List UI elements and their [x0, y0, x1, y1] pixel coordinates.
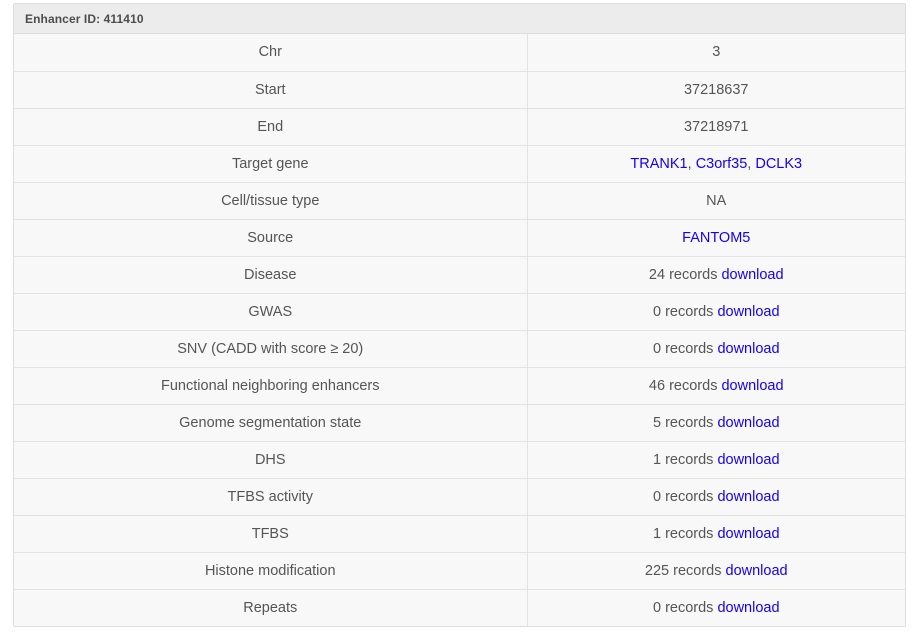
row-label-snv-cadd-with-score-20: SNV (CADD with score ≥ 20) — [14, 330, 528, 368]
table-row: Target gene TRANK1, C3orf35, DCLK3 — [14, 145, 905, 183]
row-value-target-gene: TRANK1, C3orf35, DCLK3 — [527, 145, 905, 183]
row-value-genome-segmentation-state: 5 records download — [527, 404, 905, 442]
table-body: Chr 3 Start 37218637 End 37218971 Target gene T… — [14, 34, 905, 626]
table-row: Genome segmentation state 5 records downl… — [14, 404, 905, 442]
record-count: 5 — [652, 414, 662, 431]
row-label-disease: Disease — [14, 256, 528, 294]
record-count: 24 — [648, 266, 666, 283]
table-row: TFBS 1 records download — [14, 515, 905, 553]
row-label-functional-neighboring-enhancers: Functional neighboring enhancers — [14, 367, 528, 405]
record-count: 0 — [652, 340, 662, 357]
record-count: 0 — [652, 599, 662, 616]
record-count: 0 — [652, 303, 662, 320]
row-label-target-gene: Target gene — [14, 145, 528, 183]
row-value-snv-cadd-with-score-20: 0 records download — [527, 330, 905, 368]
table-row: Start 37218637 — [14, 71, 905, 109]
row-label-chr: Chr — [14, 34, 528, 72]
download-link-dhs[interactable]: download — [717, 452, 779, 468]
row-value-start: 37218637 — [527, 71, 905, 109]
row-value-chr: 3 — [527, 34, 905, 72]
table-row: GWAS 0 records download — [14, 293, 905, 331]
record-count-word: records — [669, 266, 718, 283]
row-value-disease: 24 records download — [527, 256, 905, 294]
row-label-tfbs: TFBS — [14, 515, 528, 553]
table-row: DHS 1 records download — [14, 441, 905, 479]
row-value-repeats: 0 records download — [527, 589, 905, 626]
link-c3orf35[interactable]: C3orf35 — [696, 156, 748, 172]
row-value-functional-neighboring-enhancers: 46 records download — [527, 367, 905, 405]
table-row: Functional neighboring enhancers 46 recor… — [14, 367, 905, 405]
record-count-word: records — [665, 451, 714, 468]
row-label-cell-tissue-type: Cell/tissue type — [14, 182, 528, 220]
download-link-disease[interactable]: download — [721, 267, 783, 283]
download-link-genome-segmentation-state[interactable]: download — [717, 415, 779, 431]
record-count-word: records — [665, 488, 714, 505]
record-count-word: records — [669, 377, 718, 394]
record-count-word: records — [665, 303, 714, 320]
record-count: 0 — [652, 488, 662, 505]
table-row: Repeats 0 records download — [14, 589, 905, 626]
row-label-gwas: GWAS — [14, 293, 528, 331]
table-row: TFBS activity 0 records download — [14, 478, 905, 516]
row-value-source: FANTOM5 — [527, 219, 905, 257]
download-link-snv-cadd-with-score-20[interactable]: download — [717, 341, 779, 357]
record-count: 1 — [652, 525, 662, 542]
download-link-tfbs[interactable]: download — [717, 526, 779, 542]
table-row: Chr 3 — [14, 34, 905, 72]
row-value-tfbs-activity: 0 records download — [527, 478, 905, 516]
row-value-tfbs: 1 records download — [527, 515, 905, 553]
record-count-word: records — [665, 340, 714, 357]
record-count: 225 — [644, 562, 670, 579]
table-row: SNV (CADD with score ≥ 20) 0 records down… — [14, 330, 905, 368]
download-link-histone-modification[interactable]: download — [726, 563, 788, 579]
row-label-histone-modification: Histone modification — [14, 552, 528, 590]
row-label-end: End — [14, 108, 528, 146]
record-count: 1 — [652, 451, 662, 468]
row-value-end: 37218971 — [527, 108, 905, 146]
table-row: Cell/tissue type NA — [14, 182, 905, 220]
link-dclk3[interactable]: DCLK3 — [755, 156, 802, 172]
record-count-word: records — [673, 562, 722, 579]
table-row: Histone modification 225 records download — [14, 552, 905, 590]
row-value-gwas: 0 records download — [527, 293, 905, 331]
row-value-dhs: 1 records download — [527, 441, 905, 479]
link-fantom5[interactable]: FANTOM5 — [682, 230, 750, 246]
row-label-genome-segmentation-state: Genome segmentation state — [14, 404, 528, 442]
row-label-dhs: DHS — [14, 441, 528, 479]
row-value-histone-modification: 225 records download — [527, 552, 905, 590]
row-label-source: Source — [14, 219, 528, 257]
row-label-tfbs-activity: TFBS activity — [14, 478, 528, 516]
table-row: Source FANTOM5 — [14, 219, 905, 257]
link-separator: , — [687, 155, 696, 172]
panel-title: Enhancer ID: 411410 — [25, 12, 144, 26]
download-link-functional-neighboring-enhancers[interactable]: download — [721, 378, 783, 394]
record-count-word: records — [665, 599, 714, 616]
table-row: Disease 24 records download — [14, 256, 905, 294]
row-label-start: Start — [14, 71, 528, 109]
record-count-word: records — [665, 414, 714, 431]
panel-heading: Enhancer ID: 411410 — [14, 4, 905, 34]
row-value-cell-tissue-type: NA — [527, 182, 905, 220]
record-count: 46 — [648, 377, 666, 394]
enhancer-detail-panel: Enhancer ID: 411410 Chr 3 Start 37218637 End… — [13, 3, 906, 627]
download-link-repeats[interactable]: download — [717, 600, 779, 616]
download-link-gwas[interactable]: download — [717, 304, 779, 320]
enhancer-detail-table: Chr 3 Start 37218637 End 37218971 Target gene T… — [14, 34, 905, 626]
table-row: End 37218971 — [14, 108, 905, 146]
link-trank1[interactable]: TRANK1 — [630, 156, 687, 172]
row-label-repeats: Repeats — [14, 589, 528, 626]
record-count-word: records — [665, 525, 714, 542]
download-link-tfbs-activity[interactable]: download — [717, 489, 779, 505]
